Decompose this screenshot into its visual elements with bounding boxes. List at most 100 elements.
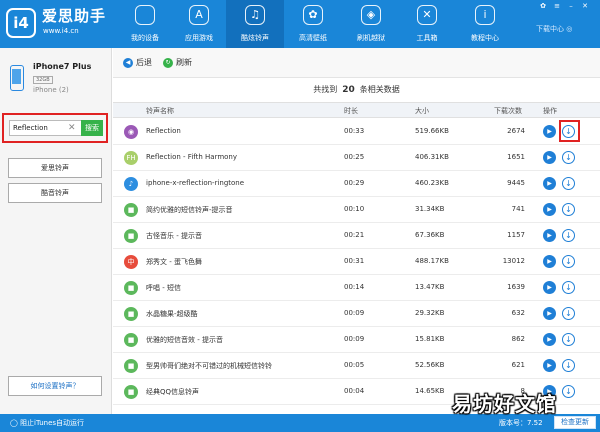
summary-suffix: 条相关数据 [359,85,400,94]
table-row[interactable]: ■ 水晶糖果-超级酷 00:09 29.32KB 632 ▶ ↓ [113,301,600,327]
kuyin-ringtones-button[interactable]: 酷音铃声 [8,183,102,203]
play-icon[interactable]: ▶ [543,333,556,346]
play-icon[interactable]: ▶ [543,125,556,138]
ringtone-duration: 00:09 [344,335,365,343]
play-icon[interactable]: ▶ [543,151,556,164]
ringtone-size: 14.65KB [415,387,445,395]
how-to-set-ringtone-link[interactable]: 如何设置铃声？ [8,376,102,396]
back-button[interactable]: ◀ 后退 [123,57,152,68]
block-itunes-label: 阻止iTunes自动运行 [20,419,85,427]
ringtone-icon: ■ [124,359,138,373]
close-icon[interactable]: ✕ [580,2,590,10]
top-bar: i4 爱思助手 www.i4.cn 我的设备 A 应用游戏 ♫ 酷炫铃声 ✿ 高… [0,0,600,48]
highlight-box [559,120,580,142]
ringtone-size: 15.81KB [415,335,445,343]
download-icon[interactable]: ↓ [562,385,575,398]
search-box: ✕ 搜索 [2,113,108,143]
ringtone-name: 水晶糖果-超级酷 [146,310,198,318]
download-icon[interactable]: ↓ [562,229,575,242]
menu-icon[interactable]: ≡ [552,2,562,10]
wallpaper-icon: ✿ [303,5,323,25]
download-icon[interactable]: ↓ [562,281,575,294]
ringtone-duration: 00:05 [344,361,365,369]
play-icon[interactable]: ▶ [543,255,556,268]
tab-flash-jailbreak[interactable]: ◈ 刷机越狱 [342,0,400,48]
download-icon[interactable]: ↓ [562,203,575,216]
tab-label: 工具箱 [416,34,438,42]
tab-ringtones[interactable]: ♫ 酷炫铃声 [226,0,284,48]
table-header: 铃声名称 时长 大小 下载次数 操作 [113,102,600,118]
play-icon[interactable]: ▶ [543,177,556,190]
ringtone-icon: ■ [124,385,138,399]
table-row[interactable]: ■ 简约优雅的短信铃声-提示音 00:10 31.34KB 741 ▶ ↓ [113,197,600,223]
tools-icon: ✕ [417,5,437,25]
download-icon[interactable]: ↓ [562,151,575,164]
table-row[interactable]: ■ 型男帅哥们绝对不可错过的机械短信铃铃 00:05 52.56KB 621 ▶ ↓ [113,353,600,379]
settings-icon[interactable]: ✿ [538,2,548,10]
ringtone-size: 519.66KB [415,127,449,135]
ringtone-name: 型男帅哥们绝对不可错过的机械短信铃铃 [146,362,272,370]
col-time: 时长 [344,107,358,115]
app-logo: i4 爱思助手 www.i4.cn [6,7,116,41]
ringtone-size: 52.56KB [415,361,445,369]
block-itunes-toggle[interactable]: ◯ 阻止iTunes自动运行 [10,418,84,428]
ringtone-size: 460.23KB [415,179,449,187]
table-row[interactable]: FH Reflection - Fifth Harmony 00:25 406.31K… [113,145,600,171]
ringtone-name: 优雅的短信音效 - 提示音 [146,336,223,344]
result-summary: 共找到 20 条相关数据 [113,78,600,102]
download-icon[interactable]: ↓ [562,359,575,372]
play-icon[interactable]: ▶ [543,281,556,294]
result-count: 20 [342,85,355,95]
ringtone-name: 古怪音乐 - 提示音 [146,232,202,240]
table-row[interactable]: ◉ Reflection 00:33 519.66KB 2674 ▶ ↓ [113,119,600,145]
table-row[interactable]: ♪ iphone-x-reflection-ringtone 00:29 460.23… [113,171,600,197]
ringtone-name: Reflection - Fifth Harmony [146,153,238,161]
clear-icon[interactable]: ✕ [68,120,76,136]
ringtone-downloads: 741 [511,205,525,213]
ringtone-name: 呼唱 - 短信 [146,284,181,292]
download-icon[interactable]: ↓ [562,255,575,268]
download-icon[interactable]: ↓ [562,307,575,320]
play-icon[interactable]: ▶ [543,307,556,320]
table-row[interactable]: ■ 古怪音乐 - 提示音 00:21 67.36KB 1157 ▶ ↓ [113,223,600,249]
download-center-button[interactable]: 下载中心 ◎ [536,24,572,34]
play-icon[interactable]: ▶ [543,359,556,372]
refresh-button[interactable]: ↻ 刷新 [163,57,192,68]
device-model: iPhone (2) [33,86,69,94]
ringtone-icon: ■ [124,229,138,243]
search-button[interactable]: 搜索 [81,120,103,136]
ringtone-duration: 00:21 [344,231,365,239]
iphone-icon [10,65,24,91]
ringtone-icon: ■ [124,203,138,217]
minimize-icon[interactable]: – [566,2,576,10]
download-icon[interactable]: ↓ [562,177,575,190]
download-icon[interactable]: ↓ [562,333,575,346]
ringtone-duration: 00:29 [344,179,365,187]
ringtone-downloads: 2674 [507,127,525,135]
ringtone-size: 488.17KB [415,257,449,265]
tab-my-device[interactable]: 我的设备 [116,0,174,48]
table-row[interactable]: ■ 优雅的短信音效 - 提示音 00:09 15.81KB 862 ▶ ↓ [113,327,600,353]
sidebar: iPhone7 Plus 32GB iPhone (2) ✕ 搜索 爱思铃声 酷… [0,48,112,414]
aisi-ringtones-button[interactable]: 爱思铃声 [8,158,102,178]
ringtone-size: 13.47KB [415,283,445,291]
table-row[interactable]: 中郑秀文 - 蛋飞色舞 00:31 488.17KB 13012 ▶ ↓ [113,249,600,275]
ringtone-duration: 00:33 [344,127,365,135]
col-size: 大小 [415,107,429,115]
version-label: 版本号：7.52 [499,419,543,427]
info-icon: i [475,5,495,25]
ringtone-icon: ♪ [124,177,138,191]
tab-label: 高清壁纸 [299,34,327,42]
check-update-button[interactable]: 检查更新 [554,416,596,429]
tab-wallpapers[interactable]: ✿ 高清壁纸 [284,0,342,48]
table-row[interactable]: ■ 呼唱 - 短信 00:14 13.47KB 1639 ▶ ↓ [113,275,600,301]
app-store-icon: A [189,5,209,25]
tab-apps-games[interactable]: A 应用游戏 [170,0,228,48]
tab-tutorials[interactable]: i 教程中心 [456,0,514,48]
tab-toolbox[interactable]: ✕ 工具箱 [398,0,456,48]
play-icon[interactable]: ▶ [543,203,556,216]
ringtone-icon: FH [124,151,138,165]
play-icon[interactable]: ▶ [543,229,556,242]
app-url: www.i4.cn [43,27,79,35]
device-capacity: 32GB [33,76,53,84]
